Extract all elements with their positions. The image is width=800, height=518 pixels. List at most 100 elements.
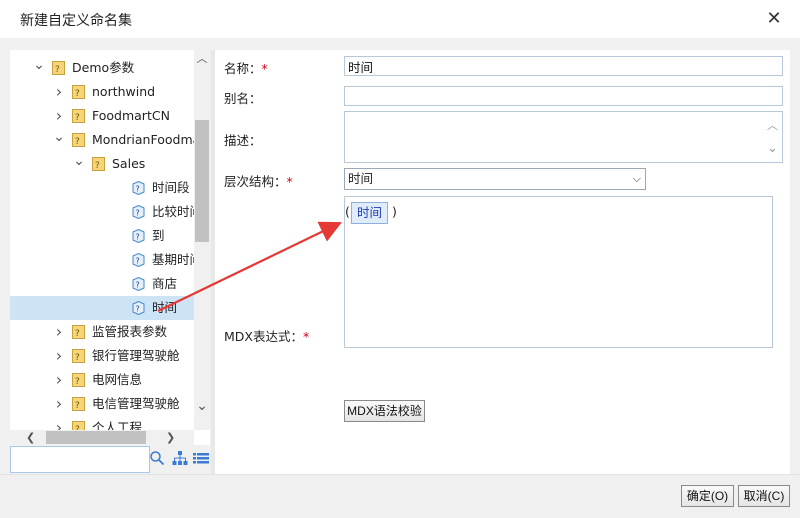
tree-horizontal-scroll-thumb[interactable] (46, 431, 146, 444)
mdx-open-paren: ( (345, 204, 350, 219)
mdx-close-paren: ) (392, 204, 397, 219)
parameter-folder-icon: ? (72, 421, 85, 430)
description-textarea[interactable]: ︿ ⌄ (344, 111, 783, 163)
tree-vertical-scrollbar[interactable]: ︿ ⌄ (194, 50, 210, 430)
tree-row[interactable]: ›? FoodmartCN (10, 104, 194, 128)
hierarchy-select-value: 时间 (348, 171, 374, 186)
svg-text:?: ? (136, 209, 140, 218)
scroll-down-icon[interactable]: ⌄ (767, 141, 778, 156)
mdx-expression-editor[interactable]: ( 时间 ) (344, 196, 773, 348)
tree-node-label: 个人工程 (92, 420, 143, 430)
tree-node-label: 基期时间 (152, 252, 194, 267)
parameter-cube-icon: ? (132, 277, 145, 291)
svg-text:?: ? (75, 89, 80, 99)
tree-node-label: FoodmartCN (92, 108, 170, 123)
chevron-right-icon[interactable]: › (52, 368, 66, 392)
tree-node-label: 比较时间 (152, 204, 194, 219)
parameter-folder-icon: ? (72, 325, 85, 339)
chevron-down-icon[interactable]: ⌄ (52, 128, 66, 152)
tree-search-input[interactable] (10, 446, 150, 473)
schema-tree: ⌄? Demo参数 ›? northwind ›? FoodmartCN ⌄? Mondria… (10, 50, 194, 430)
description-label: 描述： (224, 133, 262, 148)
tree-node-label: 监管报表参数 (92, 324, 168, 339)
mdx-validate-button[interactable]: MDX语法校验 (344, 400, 425, 422)
tree-row[interactable]: ⌄? Demo参数 (10, 56, 194, 80)
tree-node-label: 时间段 (152, 180, 190, 195)
tree-row[interactable]: ? 基期时间 (10, 248, 194, 272)
scroll-down-icon[interactable]: ⌄ (196, 398, 208, 414)
dialog-titlebar: 新建自定义命名集 ✕ (0, 0, 800, 38)
tree-row[interactable]: ›? 监管报表参数 (10, 320, 194, 344)
mdx-member-token[interactable]: 时间 (351, 202, 389, 224)
tree-row[interactable]: ⌄? MondrianFoodmart (10, 128, 194, 152)
chevron-down-icon[interactable]: ⌄ (72, 152, 86, 176)
svg-text:?: ? (55, 65, 60, 75)
svg-text:?: ? (75, 329, 80, 339)
hierarchy-select[interactable]: 时间 ⌵ (344, 168, 646, 190)
description-scrollbar[interactable]: ︿ ⌄ (765, 113, 781, 161)
footer-separator (0, 474, 800, 475)
svg-text:?: ? (75, 401, 80, 411)
tree-vertical-scroll-thumb[interactable] (195, 120, 209, 242)
parameter-folder-icon: ? (72, 109, 85, 123)
named-set-form: 名称：* 别名： 描述： ︿ ⌄ 层次结构：* 时间 ⌵ MDX表达式：* ( … (215, 50, 790, 474)
chevron-right-icon[interactable]: › (52, 416, 66, 430)
tree-row[interactable]: ›? 银行管理驾驶舱 (10, 344, 194, 368)
svg-text:?: ? (95, 161, 100, 171)
tree-row[interactable]: ? 时间段 (10, 176, 194, 200)
alias-label: 别名： (224, 91, 262, 106)
tree-node-label: northwind (92, 84, 156, 99)
tree-node-label: MondrianFoodmart (92, 132, 194, 147)
tree-row[interactable]: ›? 电网信息 (10, 368, 194, 392)
tree-node-label: 银行管理驾驶舱 (92, 348, 180, 363)
cancel-button[interactable]: 取消(C) (738, 485, 790, 507)
hierarchy-label: 层次结构：* (224, 174, 293, 189)
tree-row[interactable]: ? 时间 (10, 296, 194, 320)
chevron-right-icon[interactable]: › (52, 344, 66, 368)
parameter-cube-icon: ? (132, 181, 145, 195)
close-icon[interactable]: ✕ (762, 7, 786, 31)
tree-structure-icon[interactable] (172, 450, 188, 466)
scroll-right-icon[interactable]: ❯ (166, 430, 175, 445)
chevron-down-icon[interactable]: ⌵ (633, 169, 641, 189)
tree-horizontal-scrollbar[interactable]: ❮ ❯ (10, 430, 194, 445)
tree-node-label: Sales (112, 156, 146, 171)
name-label: 名称：* (224, 61, 268, 76)
parameter-folder-icon: ? (72, 373, 85, 387)
alias-input[interactable] (344, 86, 783, 106)
svg-text:?: ? (75, 137, 80, 147)
tree-row[interactable]: ⌄? Sales (10, 152, 194, 176)
tree-node-label: 时间 (152, 300, 178, 315)
parameter-folder-icon: ? (52, 61, 65, 75)
chevron-right-icon[interactable]: › (52, 104, 66, 128)
tree-row[interactable]: ›? 电信管理驾驶舱 (10, 392, 194, 416)
chevron-right-icon[interactable]: › (52, 80, 66, 104)
tree-row[interactable]: ? 商店 (10, 272, 194, 296)
tree-node-label: Demo参数 (72, 60, 135, 75)
name-input[interactable] (344, 56, 783, 76)
svg-text:?: ? (136, 305, 140, 314)
tree-node-label: 电信管理驾驶舱 (92, 396, 180, 411)
tree-node-label: 电网信息 (92, 372, 143, 387)
tree-row[interactable]: ›? 个人工程 (10, 416, 194, 430)
list-view-icon[interactable] (193, 450, 209, 466)
parameter-cube-icon: ? (132, 301, 145, 315)
parameter-cube-icon: ? (132, 229, 145, 243)
chevron-right-icon[interactable]: › (52, 392, 66, 416)
svg-text:?: ? (75, 113, 80, 123)
tree-row[interactable]: ? 到 (10, 224, 194, 248)
parameter-folder-icon: ? (72, 85, 85, 99)
chevron-down-icon[interactable]: ⌄ (32, 56, 46, 80)
tree-row[interactable]: ›? northwind (10, 80, 194, 104)
chevron-right-icon[interactable]: › (52, 320, 66, 344)
tree-row[interactable]: ? 比较时间 (10, 200, 194, 224)
tree-node-label: 商店 (152, 276, 178, 291)
scroll-up-icon[interactable]: ︿ (767, 117, 778, 133)
scroll-up-icon[interactable]: ︿ (196, 50, 208, 66)
scroll-left-icon[interactable]: ❮ (26, 430, 35, 445)
parameter-cube-icon: ? (132, 205, 145, 219)
parameter-folder-icon: ? (72, 133, 85, 147)
search-icon[interactable] (149, 450, 165, 466)
parameter-cube-icon: ? (132, 253, 145, 267)
ok-button[interactable]: 确定(O) (681, 485, 734, 507)
